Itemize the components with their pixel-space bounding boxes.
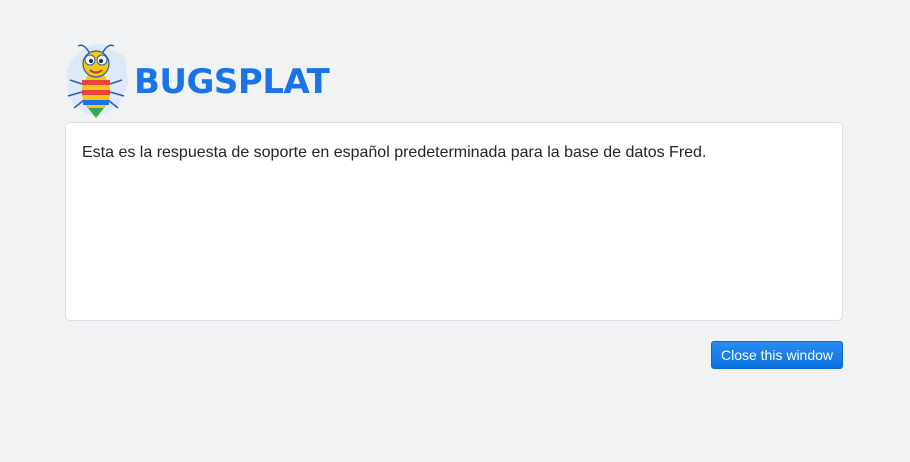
- close-window-button[interactable]: Close this window: [711, 341, 843, 369]
- support-response-card: Esta es la respuesta de soporte en españ…: [65, 122, 843, 321]
- header: BUGSPLAT: [62, 40, 362, 120]
- support-response-text: Esta es la respuesta de soporte en españ…: [82, 144, 707, 161]
- brand-wordmark: BUGSPLAT: [134, 62, 330, 102]
- bug-mascot-icon: [66, 44, 129, 118]
